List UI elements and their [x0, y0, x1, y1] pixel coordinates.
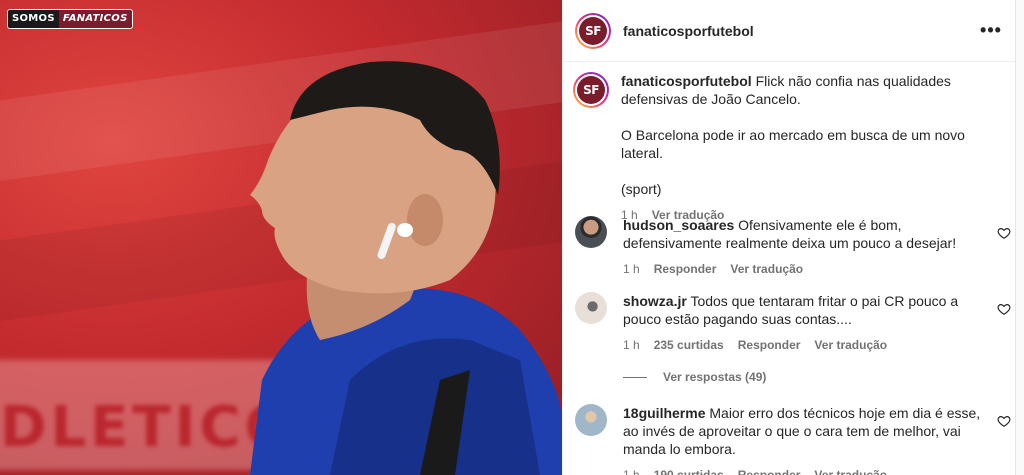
player-silhouette: [250, 61, 562, 475]
comment-time: 1 h: [623, 468, 640, 475]
avatar-initials: SF: [577, 76, 605, 104]
comment-item: hudson_soaares Ofensivamente ele é bom, …: [575, 216, 1015, 278]
comment-list[interactable]: SF fanaticosporfutebol Flick não confia …: [563, 62, 1015, 475]
caption-text-3: (sport): [621, 181, 662, 197]
translate-link[interactable]: Ver tradução: [730, 260, 803, 278]
more-options-icon[interactable]: •••: [979, 20, 1003, 41]
like-heart-icon[interactable]: [997, 414, 1011, 428]
avatar-initials: SF: [579, 16, 607, 45]
comment-likes[interactable]: 190 curtidas: [654, 466, 724, 475]
commenter-avatar[interactable]: [575, 404, 607, 436]
brand-logo-left: SOMOS: [8, 10, 59, 28]
account-username[interactable]: fanaticosporfutebol: [623, 23, 979, 39]
translate-link[interactable]: Ver tradução: [814, 466, 887, 475]
caption-username[interactable]: fanaticosporfutebol: [621, 73, 752, 89]
comment-time: 1 h: [623, 338, 640, 352]
reply-button[interactable]: Responder: [654, 260, 717, 278]
comment-item: showza.jr Todos que tentaram fritar o pa…: [575, 292, 1015, 354]
commenter-avatar[interactable]: [575, 292, 607, 324]
account-avatar[interactable]: SF: [575, 12, 611, 49]
like-heart-icon[interactable]: [997, 226, 1011, 240]
replies-line: [623, 376, 647, 378]
comments-panel: SF fanaticosporfutebol ••• SF fanaticosp…: [562, 0, 1015, 475]
post-image[interactable]: DLETICO SOMOS FANATICOS: [0, 0, 562, 475]
comment-username[interactable]: showza.jr: [623, 293, 687, 309]
translate-link[interactable]: Ver tradução: [814, 336, 887, 354]
view-replies-button[interactable]: Ver respostas (49): [623, 370, 766, 384]
comment-username[interactable]: 18guilherme: [623, 405, 705, 421]
brand-logo: SOMOS FANATICOS: [7, 9, 133, 29]
post-caption: SF fanaticosporfutebol Flick não confia …: [573, 72, 1015, 224]
caption-text-2: O Barcelona pode ir ao mercado em busca …: [621, 127, 965, 161]
comment-username[interactable]: hudson_soaares: [623, 217, 734, 233]
caption-avatar[interactable]: SF: [573, 72, 609, 108]
scrollbar-track[interactable]: [1015, 0, 1024, 475]
post-header: SF fanaticosporfutebol •••: [563, 0, 1015, 62]
reply-button[interactable]: Responder: [738, 466, 801, 475]
view-replies-label: Ver respostas (49): [663, 370, 767, 384]
like-heart-icon[interactable]: [997, 302, 1011, 316]
comment-likes[interactable]: 235 curtidas: [654, 336, 724, 354]
comment-time: 1 h: [623, 262, 640, 276]
comment-item: 18guilherme Maior erro dos técnicos hoje…: [575, 404, 1015, 475]
commenter-avatar[interactable]: [575, 216, 607, 248]
brand-logo-right: FANATICOS: [58, 10, 132, 28]
reply-button[interactable]: Responder: [738, 336, 801, 354]
